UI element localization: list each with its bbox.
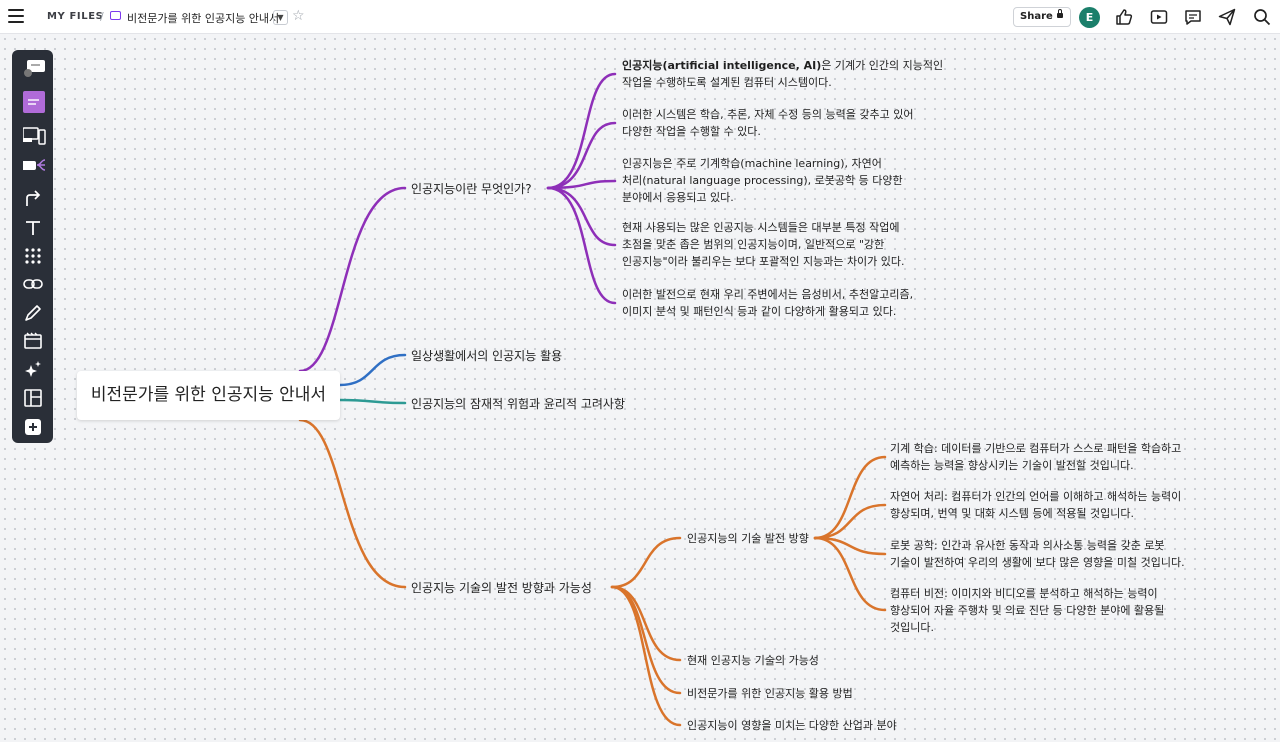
comment-tool-icon[interactable] xyxy=(12,53,53,81)
leaf-line: 향상되며, 번역 및 대화 시스템 등에 적용될 것입니다. xyxy=(890,507,1134,520)
leaf-computer-vision[interactable]: 컴퓨터 비전: 이미지와 비디오를 분석하고 해석하는 능력이 향상되어 자율 … xyxy=(890,585,1164,636)
leaf-line: 은 기계가 인간의 지능적인 xyxy=(821,59,944,72)
leaf-line: 기계 학습: 데이터를 기반으로 컴퓨터가 스스로 패턴을 학습하고 xyxy=(890,442,1182,455)
branch-daily-life[interactable]: 일상생활에서의 인공지능 활용 xyxy=(411,347,562,364)
left-toolbar xyxy=(12,50,53,443)
leaf-line: 자연어 처리: 컴퓨터가 인간의 언어를 이해하고 해석하는 능력이 xyxy=(890,490,1182,503)
leaf-ai-definition[interactable]: 인공지능(artificial intelligence, AI)은 기계가 인… xyxy=(622,57,943,91)
leaf-line: 초점을 맞춘 좁은 범위의 인공지능이며, 일반적으로 "강한 xyxy=(622,238,885,251)
link-icon[interactable] xyxy=(12,269,53,297)
leaf-robotics[interactable]: 로봇 공학: 인간과 유사한 동작과 의사소통 능력을 갖춘 로봇 기술이 발전… xyxy=(890,537,1185,571)
node-current-possibility[interactable]: 현재 인공지능 기술의 가능성 xyxy=(687,652,819,669)
frame-icon[interactable] xyxy=(12,326,53,354)
layout-icon[interactable] xyxy=(12,383,53,411)
ai-sparkle-icon[interactable] xyxy=(12,355,53,383)
node-tech-direction[interactable]: 인공지능의 기술 발전 방향 xyxy=(687,530,809,547)
leaf-line: 분야에서 응용되고 있다. xyxy=(622,191,734,204)
node-industries[interactable]: 인공지능이 영향을 미치는 다양한 산업과 분야 xyxy=(687,717,897,734)
mindmap-icon[interactable] xyxy=(12,150,53,178)
leaf-line: 이러한 시스템은 학습, 추론, 자체 수정 등의 능력을 갖추고 있어 xyxy=(622,108,914,121)
branch-future-direction[interactable]: 인공지능 기술의 발전 방향과 가능성 xyxy=(411,579,592,596)
grid-icon[interactable] xyxy=(12,241,53,269)
leaf-ai-fields[interactable]: 인공지능은 주로 기계학습(machine learning), 자연어 처리(… xyxy=(622,155,903,206)
leaf-machine-learning[interactable]: 기계 학습: 데이터를 기반으로 컴퓨터가 스스로 패턴을 학습하고 예측하는 … xyxy=(890,440,1181,474)
leaf-line: 인공지능"이라 불리우는 보다 포괄적인 지능과는 차이가 있다. xyxy=(622,255,905,268)
node-usage-for-nonexperts[interactable]: 비전문가를 위한 인공지능 활용 방법 xyxy=(687,685,853,702)
leaf-line: 것입니다. xyxy=(890,621,934,634)
branch-what-is-ai[interactable]: 인공지능이란 무엇인가? xyxy=(411,180,532,197)
leaf-line: 인공지능은 주로 기계학습(machine learning), 자연어 xyxy=(622,157,882,170)
leaf-ai-applications[interactable]: 이러한 발전으로 현재 우리 주변에서는 음성비서, 추천알고리즘, 이미지 분… xyxy=(622,286,913,320)
sticky-note-icon[interactable] xyxy=(12,86,53,114)
leaf-line: 예측하는 능력을 향상시키는 기술이 발전할 것입니다. xyxy=(890,459,1134,472)
leaf-bold-term: 인공지능(artificial intelligence, AI) xyxy=(622,59,822,72)
leaf-line: 컴퓨터 비전: 이미지와 비디오를 분석하고 해석하는 능력이 xyxy=(890,587,1158,600)
branch-risks-ethics[interactable]: 인공지능의 잠재적 위험과 윤리적 고려사항 xyxy=(411,395,625,412)
pen-icon[interactable] xyxy=(12,298,53,326)
add-icon[interactable] xyxy=(12,412,53,440)
leaf-line: 기술이 발전하여 우리의 생활에 보다 많은 영향을 미칠 것입니다. xyxy=(890,556,1185,569)
mindmap-root-node[interactable]: 비전문가를 위한 인공지능 안내서 xyxy=(77,371,340,420)
leaf-narrow-ai[interactable]: 현재 사용되는 많은 인공지능 시스템들은 대부분 특정 작업에 초점을 맞춘 … xyxy=(622,219,905,270)
leaf-line: 이미지 분석 및 패턴인식 등과 같이 다양하게 활용되고 있다. xyxy=(622,305,897,318)
leaf-line: 다양한 작업을 수행할 수 있다. xyxy=(622,125,761,138)
leaf-line: 작업을 수행하도록 설계된 컴퓨터 시스템이다. xyxy=(622,76,832,89)
leaf-line: 처리(natural language processing), 로봇공학 등 … xyxy=(622,174,903,187)
leaf-nlp[interactable]: 자연어 처리: 컴퓨터가 인간의 언어를 이해하고 해석하는 능력이 향상되며,… xyxy=(890,488,1181,522)
connector-icon[interactable] xyxy=(12,184,53,212)
leaf-line: 이러한 발전으로 현재 우리 주변에서는 음성비서, 추천알고리즘, xyxy=(622,288,914,301)
leaf-line: 현재 사용되는 많은 인공지능 시스템들은 대부분 특정 작업에 xyxy=(622,221,900,234)
text-icon[interactable] xyxy=(12,213,53,241)
devices-icon[interactable] xyxy=(12,120,53,148)
leaf-ai-capabilities[interactable]: 이러한 시스템은 학습, 추론, 자체 수정 등의 능력을 갖추고 있어 다양한… xyxy=(622,106,913,140)
leaf-line: 향상되어 자율 주행차 및 의료 진단 등 다양한 분야에 활용될 xyxy=(890,604,1165,617)
leaf-line: 로봇 공학: 인간과 유사한 동작과 의사소통 능력을 갖춘 로봇 xyxy=(890,539,1165,552)
